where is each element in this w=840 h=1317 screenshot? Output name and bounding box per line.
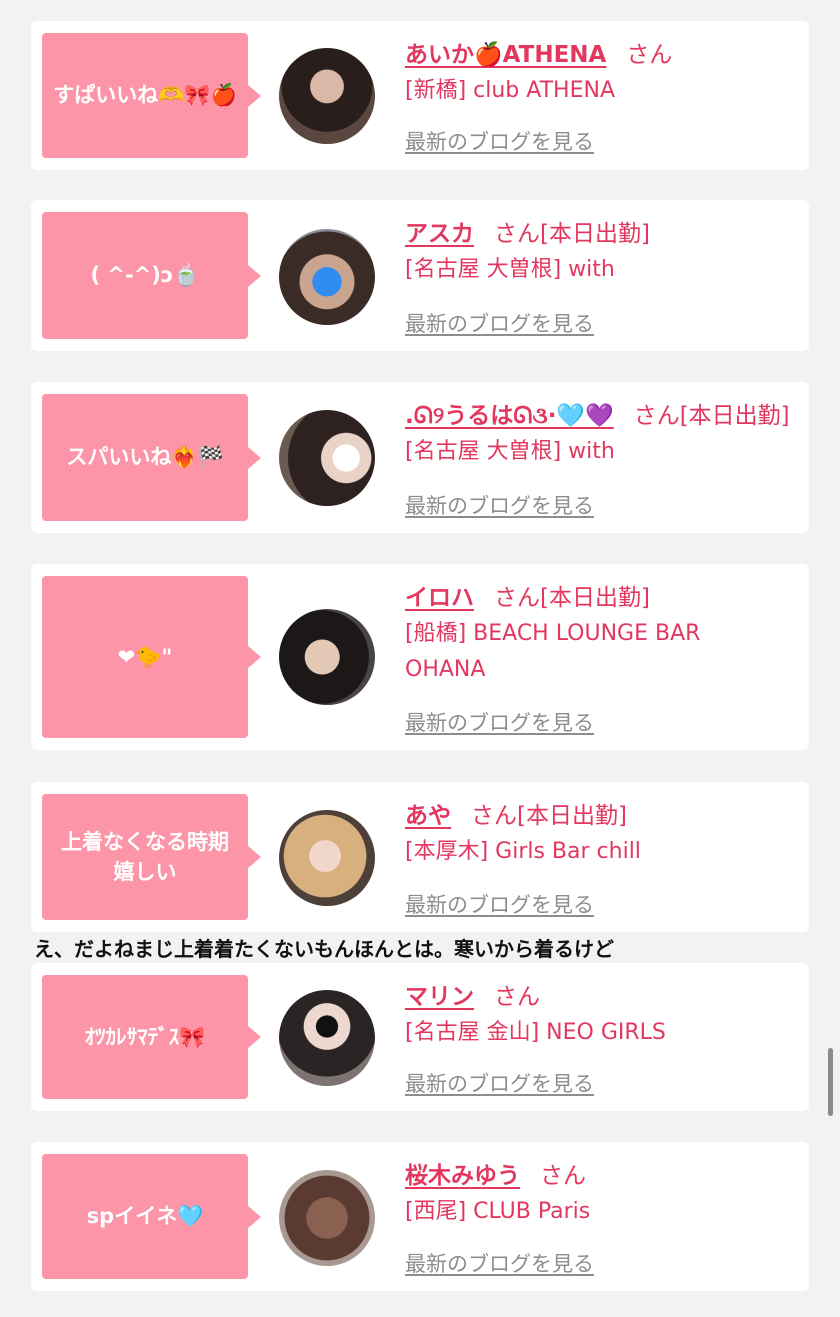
comment-bubble: ( ^-^)ɔ🍵 — [42, 212, 261, 339]
user-name-link[interactable]: .ᘏ୨うるはᘏ૩·🩵💜 — [405, 403, 614, 429]
user-name-link[interactable]: あや — [405, 803, 451, 829]
comment-card: ｵﾂｶﾚｻﾏﾃﾞｽ🎀 マリン さん [名古屋 金山] NEO GIRLS 最新のブ… — [31, 963, 809, 1111]
honorific: さん — [494, 221, 540, 247]
name-line: あや さん[本日出勤] — [405, 796, 795, 830]
avatar[interactable] — [279, 48, 375, 144]
user-info: イロハ さん[本日出勤] [船橋] BEACH LOUNGE BAR OHANA — [405, 578, 795, 688]
shop-name: [本厚木] Girls Bar chill — [405, 839, 641, 864]
blog-link[interactable]: 最新のブログを見る — [405, 308, 594, 338]
shop-name: [名古屋 金山] NEO GIRLS — [405, 1020, 666, 1045]
avatar[interactable] — [279, 810, 375, 906]
name-line: あいか🍎ATHENA さん — [405, 35, 795, 69]
reply-message: え、だよねまじ上着着たくないもんほんとは。寒いから着るけど — [34, 937, 614, 961]
comment-card: ❤🐤" イロハ さん[本日出勤] [船橋] BEACH LOUNGE BAR OH… — [31, 564, 809, 750]
user-info: アスカ さん[本日出勤] [名古屋 大曽根] with — [405, 214, 795, 288]
blog-link[interactable]: 最新のブログを見る — [405, 490, 594, 520]
blog-link[interactable]: 最新のブログを見る — [405, 1068, 594, 1098]
status-badge: [本日出勤] — [540, 221, 650, 247]
name-line: アスカ さん[本日出勤] — [405, 214, 795, 248]
comment-bubble: スパいいね❤️‍🔥🏁 — [42, 394, 261, 521]
honorific: さん — [626, 42, 673, 68]
user-info: あや さん[本日出勤] [本厚木] Girls Bar chill — [405, 796, 795, 870]
shop-name: [新橋] club ATHENA — [405, 78, 615, 103]
honorific: さん — [471, 803, 517, 829]
comment-card: すぱいいね🫶🎀🍎 あいか🍎ATHENA さん [新橋] club ATHENA 最… — [31, 21, 809, 170]
user-name-link[interactable]: イロハ — [405, 585, 474, 611]
shop-name: [西尾] CLUB Paris — [405, 1199, 591, 1224]
comment-bubble: spイイネ🩵 — [42, 1154, 261, 1279]
comment-bubble: ❤🐤" — [42, 576, 261, 738]
comment-card: スパいいね❤️‍🔥🏁 .ᘏ୨うるはᘏ૩·🩵💜 さん[本日出勤] [名古屋 大曽根]… — [31, 382, 809, 533]
name-line: 桜木みゆう さん — [405, 1156, 795, 1190]
honorific: さん — [494, 585, 540, 611]
honorific: さん — [633, 403, 680, 429]
shop-name: [名古屋 大曽根] with — [405, 257, 615, 282]
comment-bubble: 上着なくなる時期嬉しい — [42, 794, 261, 920]
user-info: 桜木みゆう さん [西尾] CLUB Paris — [405, 1156, 795, 1230]
scrollbar-thumb[interactable] — [828, 1048, 833, 1116]
user-name-link[interactable]: あいか🍎ATHENA — [405, 42, 606, 68]
user-name-link[interactable]: 桜木みゆう — [405, 1163, 520, 1189]
avatar[interactable] — [279, 229, 375, 325]
comment-card: ( ^-^)ɔ🍵 アスカ さん[本日出勤] [名古屋 大曽根] with 最新のブ… — [31, 200, 809, 351]
user-info: あいか🍎ATHENA さん [新橋] club ATHENA — [405, 35, 795, 109]
blog-link[interactable]: 最新のブログを見る — [405, 1248, 594, 1278]
comment-bubble: ｵﾂｶﾚｻﾏﾃﾞｽ🎀 — [42, 975, 261, 1099]
shop-name: [名古屋 大曽根] with — [405, 439, 615, 464]
honorific: さん — [540, 1163, 586, 1189]
comment-card: 上着なくなる時期嬉しい あや さん[本日出勤] [本厚木] Girls Bar c… — [31, 782, 809, 932]
name-line: .ᘏ୨うるはᘏ૩·🩵💜 さん[本日出勤] — [405, 396, 795, 430]
user-info: .ᘏ୨うるはᘏ૩·🩵💜 さん[本日出勤] [名古屋 大曽根] with — [405, 396, 795, 470]
status-badge: [本日出勤] — [679, 403, 790, 429]
user-name-link[interactable]: アスカ — [405, 221, 474, 247]
blog-link[interactable]: 最新のブログを見る — [405, 707, 594, 737]
avatar[interactable] — [279, 609, 375, 705]
name-line: マリン さん — [405, 977, 795, 1011]
status-badge: [本日出勤] — [517, 803, 627, 829]
honorific: さん — [494, 984, 540, 1010]
shop-name: [船橋] BEACH LOUNGE BAR OHANA — [405, 621, 701, 682]
status-badge: [本日出勤] — [540, 585, 650, 611]
user-info: マリン さん [名古屋 金山] NEO GIRLS — [405, 977, 795, 1051]
avatar[interactable] — [279, 410, 375, 506]
name-line: イロハ さん[本日出勤] — [405, 578, 795, 612]
avatar[interactable] — [279, 1170, 375, 1266]
blog-link[interactable]: 最新のブログを見る — [405, 126, 594, 156]
comment-card: spイイネ🩵 桜木みゆう さん [西尾] CLUB Paris 最新のブログを見る — [31, 1142, 809, 1291]
comment-bubble: すぱいいね🫶🎀🍎 — [42, 33, 261, 158]
user-name-link[interactable]: マリン — [405, 984, 474, 1010]
avatar[interactable] — [279, 990, 375, 1086]
blog-link[interactable]: 最新のブログを見る — [405, 889, 594, 919]
